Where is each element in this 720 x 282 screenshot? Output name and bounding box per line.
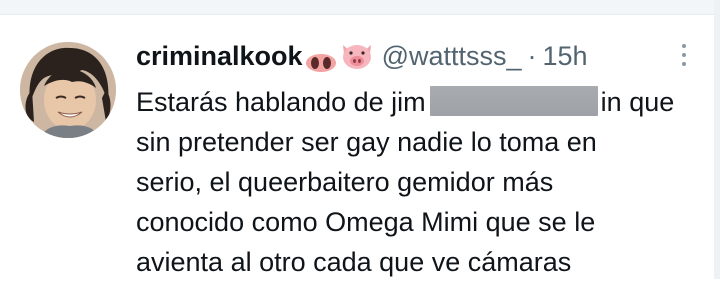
pig-face-icon: [340, 41, 374, 71]
tweet-line-1-start: Estarás hablando de jim: [136, 87, 426, 117]
separator-dot: ·: [527, 41, 537, 71]
more-options-icon[interactable]: [676, 44, 692, 72]
user-handle[interactable]: @watttsss_: [382, 38, 522, 74]
pig-nose-icon: [305, 46, 337, 72]
tweet-header: criminalkook @watttsss_ · 15h: [136, 38, 588, 74]
timestamp[interactable]: 15h: [543, 38, 588, 74]
redaction-block: [429, 86, 598, 116]
tweet-line-1-end: in que: [600, 87, 675, 117]
tweet-text: Estarás hablando de jim in que sin preten…: [136, 82, 706, 282]
tweet-line-2: sin pretender ser gay nadie lo toma en: [136, 127, 597, 157]
tweet-line-1: Estarás hablando de jim in que: [136, 82, 706, 122]
tweet-line-5: avienta al otro cada que ve cámaras: [136, 247, 572, 277]
top-edge-strip: [0, 0, 720, 15]
tweet-line-3: serio, el queerbaitero gemidor más: [136, 167, 554, 197]
avatar-image: [20, 42, 116, 138]
avatar[interactable]: [20, 42, 116, 138]
scrollbar-track[interactable]: [714, 0, 720, 279]
tweet-line-4: conocido como Omega Mimi que se le: [136, 207, 596, 237]
display-name[interactable]: criminalkook: [136, 38, 303, 74]
